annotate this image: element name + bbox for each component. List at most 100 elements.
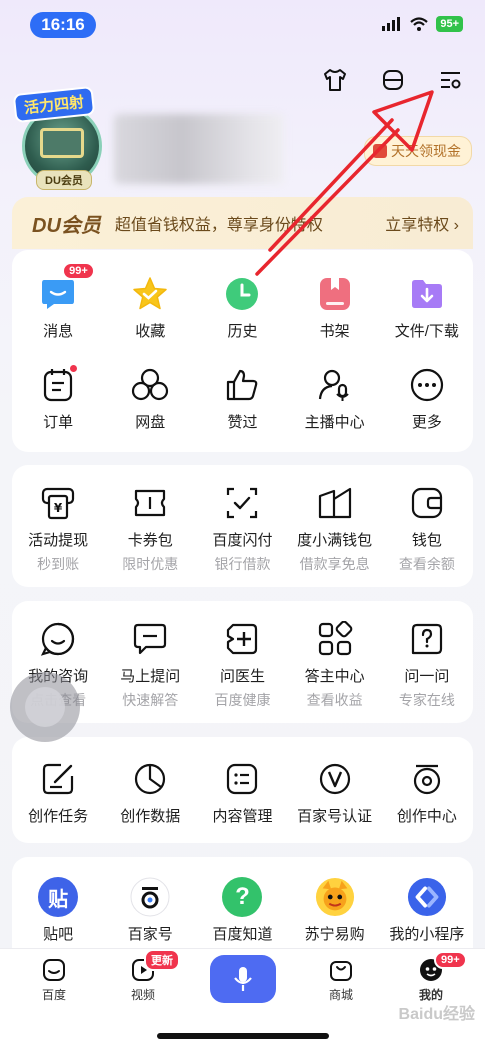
tab-baidu[interactable]: 百度 <box>19 957 89 1003</box>
grid-item-liked[interactable]: 赞过 <box>196 365 288 432</box>
grid-label: 贴吧 <box>43 926 74 943</box>
red-packet-icon <box>373 144 387 158</box>
grid-item-creation-data[interactable]: 创作数据 <box>104 759 196 826</box>
grid-label: 内容管理 <box>212 808 273 825</box>
tab-mine[interactable]: 99+ 我的 <box>396 951 467 1003</box>
home-indicator <box>157 1033 329 1039</box>
smile-chat-icon <box>38 619 78 659</box>
grid3-row: 我的咨询 点击查看 马上提问 快速解答 问医生 百度健康 答主中心 查看收益 <box>12 601 473 710</box>
message-badge: 99+ <box>62 262 95 280</box>
avatar[interactable]: 活力四射 DU会员 <box>12 85 110 190</box>
vip-link[interactable]: 立享特权 › <box>385 211 459 235</box>
vip-banner[interactable]: DU会员 超值省钱权益，尊享身份特权 立享特权 › <box>12 197 473 249</box>
profile-header: 活力四射 DU会员 天天领现金 <box>12 78 472 190</box>
grid-label: 订单 <box>43 414 74 431</box>
tab-label: 视频 <box>130 988 155 1002</box>
grid-item-ask-doctor[interactable]: 问医生 百度健康 <box>196 619 288 710</box>
grid-item-suning[interactable]: 苏宁易购 <box>289 877 381 944</box>
grid-label: 答主中心 <box>304 668 365 685</box>
status-time: 16:16 <box>30 12 96 38</box>
grid-label: 创作中心 <box>396 808 457 825</box>
grid-item-orders[interactable]: 订单 <box>12 365 104 432</box>
grid-item-baijia-verify[interactable]: 百家号认证 <box>289 759 381 826</box>
grid-label: 主播中心 <box>304 414 365 431</box>
suning-icon <box>315 877 355 917</box>
grid-item-creation-task[interactable]: 创作任务 <box>12 759 104 826</box>
tab-label: 商城 <box>328 988 353 1002</box>
bookshelf-icon <box>315 274 355 314</box>
question-box-icon <box>407 619 447 659</box>
grid-item-ask-now[interactable]: 马上提问 快速解答 <box>104 619 196 710</box>
grid-item-zhidao[interactable]: ? 百度知道 <box>196 877 288 944</box>
grid-item-wallet[interactable]: 钱包 查看余额 <box>381 483 473 574</box>
grid-item-mini-program[interactable]: 我的小程序 <box>381 877 473 944</box>
avatar-badge-du: DU会员 <box>36 170 92 190</box>
edit-task-icon <box>38 759 78 799</box>
cash-button[interactable]: 天天领现金 <box>364 136 472 166</box>
grid1-row1: 99+ 消息 收藏 历史 书架 文件/下载 <box>12 250 473 341</box>
question-chat-icon <box>130 619 170 659</box>
grid-label: 百家号 <box>127 926 173 943</box>
grid-label: 书架 <box>319 323 350 340</box>
grid-label: 文件/下载 <box>394 323 459 340</box>
grid-item-flash-pay[interactable]: 百度闪付 银行借款 <box>196 483 288 574</box>
status-icons: 95+ <box>382 16 463 32</box>
assistive-touch-button[interactable] <box>10 672 80 742</box>
tab-video[interactable]: 更新 视频 <box>108 949 180 1003</box>
grid-item-favorites[interactable]: 收藏 <box>104 274 196 341</box>
grid-sub: 秒到账 <box>37 556 80 572</box>
grid-sub: 借款享免息 <box>299 556 370 572</box>
finance-card: ¥ 活动提现 秒到账 卡券包 限时优惠 百度闪付 银行借款 度小满钱包 借款享免… <box>12 465 473 587</box>
grid-label: 活动提现 <box>28 532 89 549</box>
grid-item-message[interactable]: 99+ 消息 <box>12 262 104 341</box>
mine-badge: 99+ <box>434 951 467 969</box>
signal-icon <box>382 17 401 31</box>
grid-label: 创作数据 <box>120 808 181 825</box>
grid-label: 百度知道 <box>212 926 273 943</box>
grid-label: 收藏 <box>135 323 166 340</box>
grid-item-history[interactable]: 历史 <box>196 274 288 341</box>
grid-item-ask-one[interactable]: 问一问 专家在线 <box>381 619 473 710</box>
grid5-row: 贴 贴吧 百家号 ? 百度知道 苏宁易购 我的小程序 <box>12 857 473 944</box>
grid-item-bookshelf[interactable]: 书架 <box>289 274 381 341</box>
zhidao-glyph: ? <box>222 877 263 917</box>
grid-item-withdraw[interactable]: ¥ 活动提现 秒到账 <box>12 483 104 574</box>
grid-item-more[interactable]: 更多 <box>381 365 473 432</box>
more-icon <box>407 365 447 405</box>
grid-item-coupon[interactable]: 卡券包 限时优惠 <box>104 483 196 574</box>
grid-sub: 银行借款 <box>214 556 271 572</box>
book-wallet-icon <box>315 483 355 523</box>
tv-icon <box>40 128 84 158</box>
order-dot <box>70 365 78 372</box>
grid4-row: 创作任务 创作数据 内容管理 百家号认证 创作中心 <box>12 737 473 826</box>
flash-pay-icon <box>222 483 262 523</box>
grid-item-files[interactable]: 文件/下载 <box>381 274 473 341</box>
anchor-icon <box>315 365 355 405</box>
folder-download-icon <box>407 274 447 314</box>
grid-label: 消息 <box>43 323 74 340</box>
microphone-icon <box>234 967 252 991</box>
voice-search-button[interactable] <box>210 955 276 1003</box>
grid-sub: 限时优惠 <box>122 556 179 572</box>
pie-chart-icon <box>130 759 170 799</box>
grid-item-duxiaoman[interactable]: 度小满钱包 借款享免息 <box>289 483 381 574</box>
thumbs-up-icon <box>222 365 262 405</box>
watermark: Baidu经验 <box>398 1006 475 1023</box>
grid-item-tieba[interactable]: 贴 贴吧 <box>12 877 104 944</box>
grid-item-baijiahao[interactable]: 百家号 <box>104 877 196 944</box>
status-bar: 16:16 95+ <box>0 0 485 50</box>
grid-label: 我的小程序 <box>389 926 465 943</box>
grid-item-cloud-disk[interactable]: 网盘 <box>104 365 196 432</box>
grid-item-content-manage[interactable]: 内容管理 <box>196 759 288 826</box>
grid-item-anchor-center[interactable]: 主播中心 <box>289 365 381 432</box>
grid-label: 度小满钱包 <box>297 532 373 549</box>
grid-item-answerer-center[interactable]: 答主中心 查看收益 <box>289 619 381 710</box>
grid-label: 百度闪付 <box>212 532 273 549</box>
creator-card: 创作任务 创作数据 内容管理 百家号认证 创作中心 <box>12 737 473 843</box>
tab-mall[interactable]: 商城 <box>306 957 376 1003</box>
grid-item-creation-center[interactable]: 创作中心 <box>381 759 473 826</box>
create-center-icon <box>407 759 447 799</box>
baijiahao-icon <box>130 877 170 917</box>
mini-program-icon <box>407 877 447 917</box>
grid-label: 卡券包 <box>127 532 173 549</box>
